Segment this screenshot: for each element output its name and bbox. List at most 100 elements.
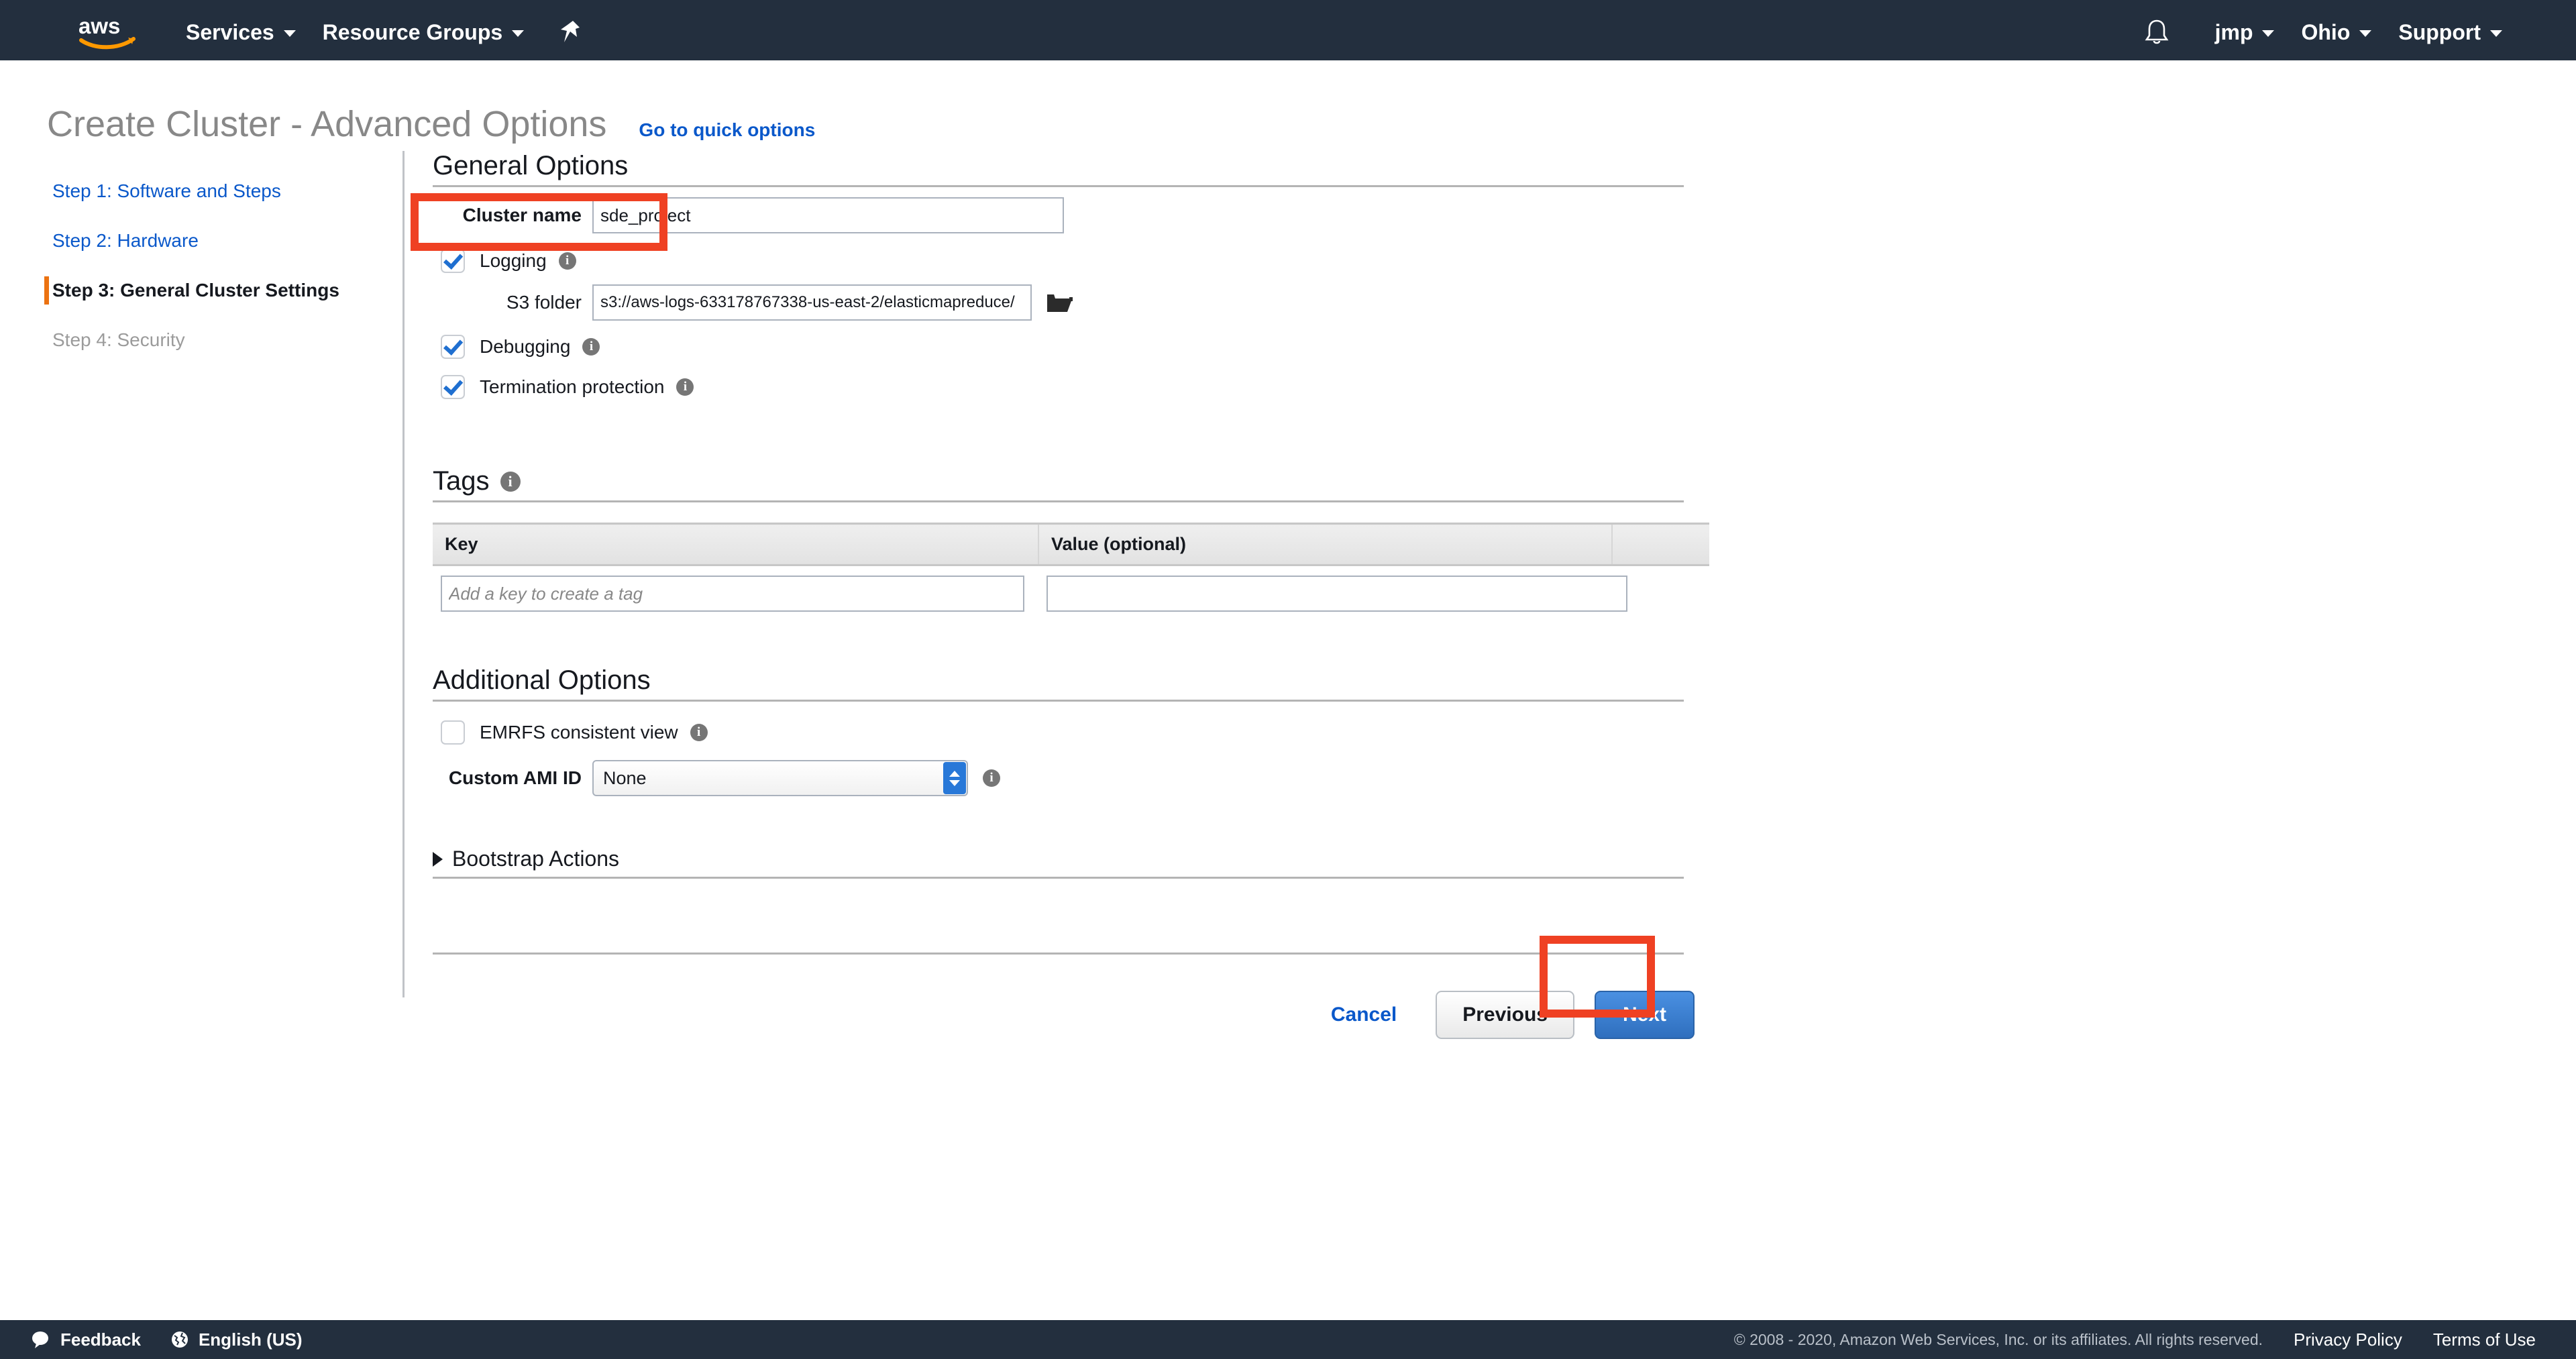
sidebar-step-2-label: Step 2: Hardware (52, 230, 199, 251)
navbar-right-group: jmp Ohio Support (2139, 4, 2576, 60)
cluster-name-input[interactable] (592, 197, 1064, 233)
pin-icon[interactable] (557, 19, 584, 46)
debugging-checkbox[interactable] (441, 335, 465, 359)
footer-actions-divider (433, 953, 1684, 955)
navbar-left-group: aws Services Resource Groups (0, 4, 584, 60)
tags-table-header-row: Key Value (optional) (433, 523, 1709, 566)
wizard-steps-sidebar: Step 1: Software and Steps Step 2: Hardw… (0, 166, 402, 365)
debugging-label: Debugging (480, 336, 571, 357)
nav-item-services[interactable]: Services (172, 4, 309, 60)
custom-ami-id-stepper-icon[interactable] (943, 762, 966, 794)
nav-item-resource-groups-label: Resource Groups (322, 19, 503, 44)
cluster-name-label-col: Cluster name (433, 205, 592, 226)
feedback-link[interactable]: Feedback (60, 1329, 141, 1350)
tags-info-icon[interactable]: i (500, 471, 521, 492)
bootstrap-actions-expander[interactable]: Bootstrap Actions (433, 847, 1709, 871)
page-title: Create Cluster - Advanced Options (47, 104, 607, 145)
s3-folder-label-col: S3 folder (433, 292, 592, 313)
additional-options-heading: Additional Options (433, 665, 651, 695)
triangle-right-icon (433, 851, 443, 867)
nav-item-services-label: Services (186, 19, 274, 44)
sidebar-step-1-label: Step 1: Software and Steps (52, 180, 281, 201)
nav-item-account-label: jmp (2214, 19, 2253, 44)
tag-key-input[interactable] (441, 576, 1024, 612)
custom-ami-id-row: Custom AMI ID None i (433, 759, 1709, 797)
cluster-name-label: Cluster name (462, 205, 582, 225)
copyright-text: © 2008 - 2020, Amazon Web Services, Inc.… (1733, 1330, 2263, 1348)
emrfs-consistent-view-row: EMRFS consistent view i (433, 714, 1709, 751)
chevron-down-icon (949, 779, 960, 786)
cluster-name-row: Cluster name (433, 197, 1709, 234)
tags-column-header-actions (1611, 523, 1709, 566)
privacy-policy-link[interactable]: Privacy Policy (2294, 1329, 2402, 1350)
sidebar-step-3-label: Step 3: General Cluster Settings (52, 280, 339, 301)
nav-item-support[interactable]: Support (2385, 4, 2516, 60)
emrfs-consistent-view-info-icon[interactable]: i (690, 724, 708, 741)
s3-folder-input[interactable] (592, 284, 1032, 321)
debugging-row: Debugging i (433, 328, 1709, 366)
logging-info-icon[interactable]: i (558, 252, 576, 270)
chevron-down-icon (2490, 30, 2502, 37)
s3-folder-label: S3 folder (506, 292, 582, 313)
nav-item-region-label: Ohio (2301, 19, 2351, 44)
wizard-actions-row: Cancel Previous Next (433, 981, 1709, 1048)
nav-item-resource-groups[interactable]: Resource Groups (309, 4, 538, 60)
logging-label: Logging (480, 250, 547, 271)
nav-item-support-label: Support (2398, 19, 2481, 44)
chevron-down-icon (512, 30, 525, 37)
go-to-quick-options-link[interactable]: Go to quick options (639, 119, 815, 141)
sidebar-step-1-software-and-steps[interactable]: Step 1: Software and Steps (0, 166, 402, 216)
feedback-bubble-icon[interactable] (31, 1330, 51, 1349)
page-header: Create Cluster - Advanced Options Go to … (0, 79, 2576, 144)
general-options-divider (433, 185, 1684, 187)
emrfs-consistent-view-label: EMRFS consistent view (480, 722, 678, 743)
previous-button[interactable]: Previous (1436, 991, 1574, 1039)
tags-heading: Tags i (433, 466, 1709, 500)
nav-item-account[interactable]: jmp (2202, 4, 2288, 60)
custom-ami-id-label-col: Custom AMI ID (433, 767, 592, 789)
debugging-info-icon[interactable]: i (582, 338, 600, 356)
nav-item-region[interactable]: Ohio (2288, 4, 2385, 60)
sidebar-step-2-hardware[interactable]: Step 2: Hardware (0, 216, 402, 266)
language-selector-link[interactable]: English (US) (199, 1329, 303, 1350)
tags-key-cell (433, 565, 1038, 624)
emrfs-consistent-view-checkbox[interactable] (441, 720, 465, 745)
termination-protection-label: Termination protection (480, 376, 665, 397)
cancel-button[interactable]: Cancel (1313, 1003, 1414, 1026)
chevron-down-icon (2359, 30, 2372, 37)
bootstrap-actions-label: Bootstrap Actions (452, 847, 620, 871)
tag-value-input[interactable] (1046, 576, 1627, 612)
globe-icon[interactable] (170, 1330, 189, 1349)
termination-protection-checkbox[interactable] (441, 375, 465, 399)
tags-divider (433, 500, 1684, 502)
tags-table-head: Key Value (optional) (433, 523, 1709, 566)
termination-protection-row: Termination protection i (433, 368, 1709, 406)
aws-logo-icon[interactable]: aws (77, 13, 139, 51)
tags-column-header-value: Value (optional) (1038, 523, 1612, 566)
aws-global-navbar: aws Services Resource Groups jmp Ohio Su… (0, 4, 2576, 60)
tags-value-cell (1038, 565, 1627, 624)
chevron-up-icon (949, 770, 960, 777)
terms-of-use-link[interactable]: Terms of Use (2433, 1329, 2536, 1350)
custom-ami-id-label: Custom AMI ID (448, 767, 582, 788)
s3-folder-row: S3 folder (433, 284, 1709, 321)
notifications-bell-icon[interactable] (2139, 14, 2175, 50)
sidebar-step-4-security: Step 4: Security (0, 315, 402, 365)
logging-row: Logging i (433, 242, 1709, 280)
tags-table: Key Value (optional) (433, 523, 1709, 624)
folder-browse-icon[interactable] (1046, 291, 1073, 314)
tags-table-body (433, 565, 1709, 624)
footer-left-group: Feedback English (US) (0, 1329, 303, 1350)
tags-column-header-key: Key (433, 523, 1038, 566)
custom-ami-id-info-icon[interactable]: i (983, 769, 1000, 787)
next-button[interactable]: Next (1594, 991, 1695, 1039)
logging-checkbox[interactable] (441, 249, 465, 273)
termination-protection-info-icon[interactable]: i (676, 378, 694, 396)
general-options-heading: General Options (433, 151, 629, 180)
tags-heading-label: Tags (433, 466, 490, 496)
sidebar-step-3-general-cluster-settings: Step 3: General Cluster Settings (0, 266, 402, 315)
bootstrap-actions-divider (433, 877, 1684, 879)
footer-right-group: © 2008 - 2020, Amazon Web Services, Inc.… (1734, 1329, 2576, 1350)
wizard-content-panel: General Options Cluster name Logging i S… (402, 151, 1717, 1039)
custom-ami-id-select[interactable]: None (592, 760, 968, 796)
